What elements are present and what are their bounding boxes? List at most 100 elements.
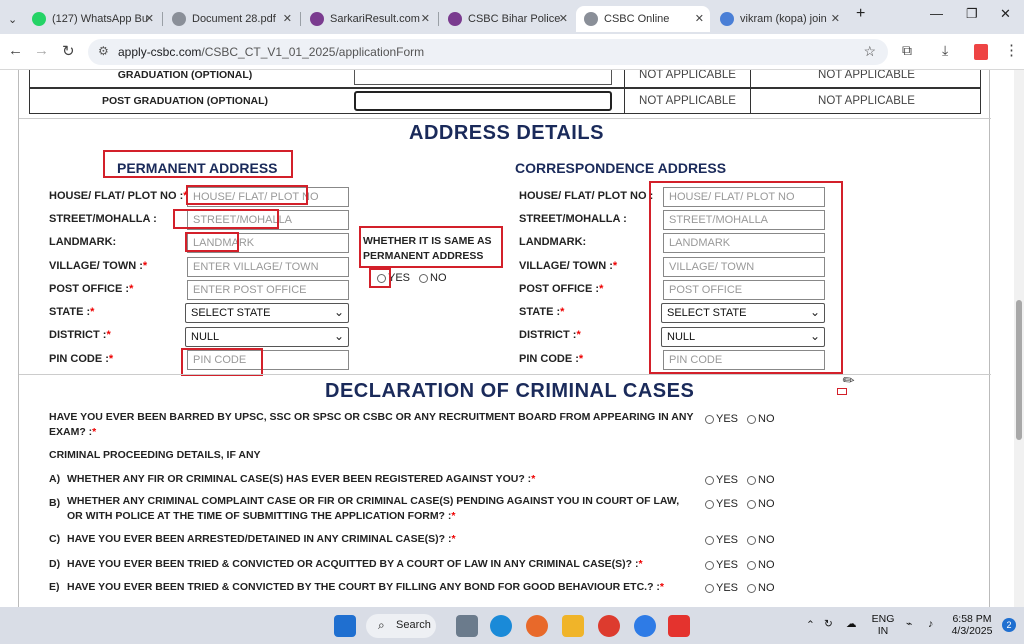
site-info-icon[interactable]: ⚙ <box>98 44 109 58</box>
question-e-no-radio[interactable]: NO <box>747 582 775 594</box>
highlight-box <box>837 388 847 395</box>
tab-document[interactable]: Document 28.pdf ✕ <box>164 6 298 32</box>
chevron-down-icon: ⌄ <box>333 305 344 319</box>
question-d-yes-radio[interactable]: YES <box>705 559 738 571</box>
chevron-up-icon[interactable]: ⌃ <box>806 619 815 631</box>
clock[interactable]: 6:58 PM 4/3/2025 <box>946 613 998 637</box>
post-graduation-input[interactable] <box>354 91 612 111</box>
page-scrollbar[interactable] <box>1014 70 1024 607</box>
close-icon[interactable]: ✕ <box>559 12 568 25</box>
tab-whatsapp[interactable]: (127) WhatsApp Bu ✕ <box>24 6 160 32</box>
question-b-yes-radio[interactable]: YES <box>705 498 738 510</box>
whatsapp-icon <box>32 12 46 26</box>
close-window-icon[interactable]: ✕ <box>1000 6 1011 22</box>
file-explorer-icon[interactable] <box>456 615 478 637</box>
barred-question: HAVE YOU EVER BEEN BARRED BY UPSC, SSC O… <box>49 411 694 438</box>
star-icon[interactable]: ☆ <box>863 43 876 60</box>
forward-icon[interactable]: → <box>34 42 49 59</box>
question-a-yes-radio[interactable]: YES <box>705 474 738 486</box>
tab-list-button[interactable]: ⌄ <box>0 6 24 32</box>
menu-icon[interactable]: ⋮ <box>1004 41 1019 59</box>
cloud-icon[interactable]: ☁ <box>846 618 857 630</box>
chrome-icon[interactable] <box>598 615 620 637</box>
close-icon[interactable]: ✕ <box>421 12 430 25</box>
correspondence-address-title: CORRESPONDENCE ADDRESS <box>515 160 727 176</box>
criminal-cases-title: DECLARATION OF CRIMINAL CASES <box>325 380 695 402</box>
site-icon <box>310 12 324 26</box>
browser-toolbar: ← → ↻ ⚙ apply-csbc.com/CSBC_CT_V1_01_202… <box>0 34 1024 70</box>
permanent-post-office-input[interactable]: ENTER POST OFFICE <box>187 280 349 300</box>
globe-icon <box>584 12 598 26</box>
barred-no-radio[interactable]: NO <box>747 413 775 425</box>
firefox-icon[interactable] <box>526 615 548 637</box>
download-icon[interactable]: ⤓ <box>942 42 948 59</box>
network-icon[interactable]: ⌁ <box>906 618 912 630</box>
sync-icon[interactable]: ↻ <box>824 618 833 630</box>
proceeding-heading: CRIMINAL PROCEEDING DETAILS, IF ANY <box>49 449 261 461</box>
edge-icon[interactable] <box>490 615 512 637</box>
new-tab-button[interactable]: + <box>856 5 865 23</box>
question-d: HAVE YOU EVER BEEN TRIED & CONVICTED OR … <box>67 558 643 570</box>
notification-badge[interactable]: 2 <box>1002 618 1016 632</box>
question-e: HAVE YOU EVER BEEN TRIED & CONVICTED BY … <box>67 581 665 593</box>
permanent-state-select[interactable]: SELECT STATE ⌄ <box>185 303 349 323</box>
windows-start-icon[interactable] <box>334 615 356 637</box>
chevron-down-icon: ⌄ <box>8 13 18 26</box>
tab-vikram[interactable]: vikram (kopa) join ✕ <box>712 6 846 32</box>
highlight-box <box>181 348 263 376</box>
globe-icon <box>172 12 186 26</box>
graduation-input[interactable] <box>354 70 612 85</box>
highlight-box <box>186 185 308 205</box>
question-c: HAVE YOU EVER BEEN ARRESTED/DETAINED IN … <box>67 533 456 545</box>
taskbar-search[interactable]: ⌕ Search <box>366 614 436 638</box>
education-row-post-graduation: POST GRADUATION (OPTIONAL) NOT APPLICABL… <box>29 88 981 114</box>
chevron-down-icon: ⌄ <box>333 329 344 343</box>
question-b-no-radio[interactable]: NO <box>747 498 775 510</box>
tab-csbc-bihar[interactable]: CSBC Bihar Police ✕ <box>440 6 574 32</box>
tab-sarkari[interactable]: SarkariResult.com ✕ <box>302 6 436 32</box>
extension-icon[interactable] <box>974 44 988 60</box>
education-row-graduation: GRADUATION (OPTIONAL) NOT APPLICABLE NOT… <box>29 70 981 88</box>
volume-icon[interactable]: ♪ <box>928 618 933 630</box>
highlight-box <box>173 209 279 229</box>
chrome-active-icon[interactable] <box>634 615 656 637</box>
search-icon: ⌕ <box>378 618 385 632</box>
permanent-district-select[interactable]: NULL ⌄ <box>185 327 349 347</box>
question-e-yes-radio[interactable]: YES <box>705 582 738 594</box>
windows-taskbar: ⌕ Search ⌃ ↻ ☁ ENG IN ⌁ ♪ 6:58 PM 4/3/2025… <box>0 607 1024 644</box>
reload-icon[interactable]: ↻ <box>62 42 75 60</box>
highlight-box <box>369 268 391 288</box>
question-d-no-radio[interactable]: NO <box>747 559 775 571</box>
minimize-icon[interactable]: — <box>930 6 943 21</box>
extensions-icon[interactable]: ⧉ <box>902 42 912 59</box>
tab-bar: ⌄ (127) WhatsApp Bu ✕ Document 28.pdf ✕ … <box>0 0 1024 34</box>
close-icon[interactable]: ✕ <box>145 12 154 25</box>
restore-icon[interactable]: ❐ <box>966 6 978 22</box>
app-icon[interactable] <box>668 615 690 637</box>
page-viewport: GRADUATION (OPTIONAL) NOT APPLICABLE NOT… <box>0 70 1014 607</box>
same-as-no-radio[interactable]: NO <box>419 272 447 284</box>
back-icon[interactable]: ← <box>8 42 23 59</box>
question-b: WHETHER ANY CRIMINAL COMPLAINT CASE OR F… <box>67 495 680 522</box>
barred-yes-radio[interactable]: YES <box>705 413 738 425</box>
question-a-no-radio[interactable]: NO <box>747 474 775 486</box>
close-icon[interactable]: ✕ <box>283 12 292 25</box>
address-details-title: ADDRESS DETAILS <box>409 122 604 144</box>
question-c-no-radio[interactable]: NO <box>747 534 775 546</box>
highlight-box <box>103 150 293 178</box>
question-c-yes-radio[interactable]: YES <box>705 534 738 546</box>
application-form: GRADUATION (OPTIONAL) NOT APPLICABLE NOT… <box>18 70 991 607</box>
scrollbar-thumb[interactable] <box>1016 300 1022 440</box>
address-bar[interactable]: ⚙ apply-csbc.com/CSBC_CT_V1_01_2025/appl… <box>88 39 888 65</box>
tab-csbc-online[interactable]: CSBC Online ✕ <box>576 6 710 32</box>
question-a: WHETHER ANY FIR OR CRIMINAL CASE(S) HAS … <box>67 473 536 485</box>
highlight-box <box>649 181 843 374</box>
folder-icon[interactable] <box>562 615 584 637</box>
permanent-village-input[interactable]: ENTER VILLAGE/ TOWN <box>187 257 349 277</box>
close-icon[interactable]: ✕ <box>695 12 704 25</box>
site-icon <box>720 12 734 26</box>
same-as-question: WHETHER IT IS SAME AS PERMANENT ADDRESS <box>363 235 492 262</box>
site-icon <box>448 12 462 26</box>
language-indicator[interactable]: ENG IN <box>868 613 898 637</box>
close-icon[interactable]: ✕ <box>831 12 840 25</box>
